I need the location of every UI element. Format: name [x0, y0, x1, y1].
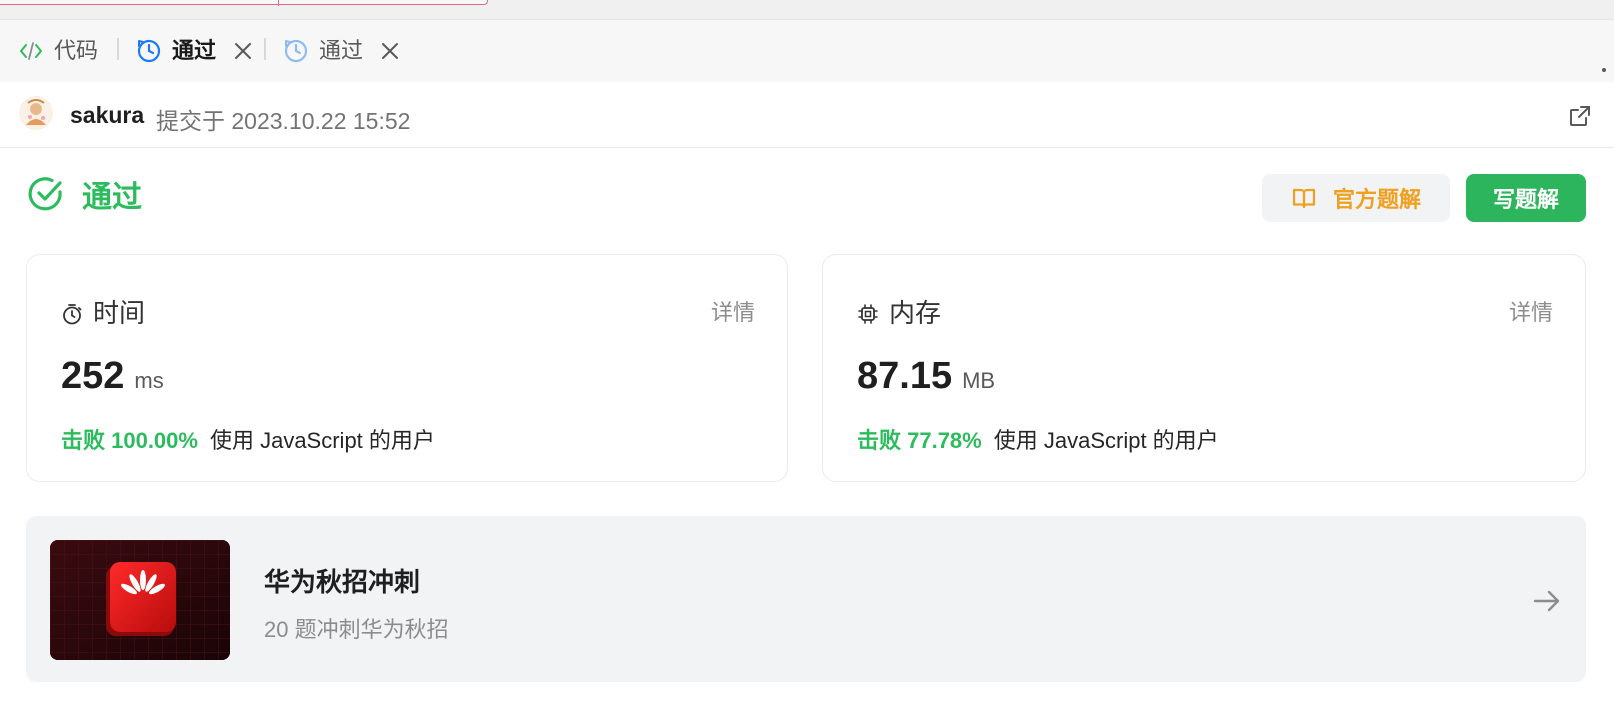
- memory-detail-link[interactable]: 详情: [1509, 295, 1553, 327]
- check-circle-icon: [26, 174, 66, 214]
- status-text: 通过: [82, 181, 142, 214]
- clock-refresh-icon: [136, 38, 162, 64]
- clock-refresh-icon: [283, 38, 309, 64]
- tab-accepted-label: 通过: [172, 38, 217, 63]
- memory-card: 内存 详情 87.15 MB 击败 77.78% 使用 JavaScript 的…: [822, 254, 1586, 482]
- tab-accepted-active[interactable]: 通过: [136, 20, 254, 82]
- write-solution-button[interactable]: 写题解: [1466, 174, 1586, 222]
- status-row: 通过: [26, 172, 142, 216]
- tab-separator: [117, 38, 119, 60]
- more-dot-icon[interactable]: [1602, 68, 1606, 72]
- memory-beat: 击败 77.78%: [857, 428, 982, 453]
- runtime-beat-desc: 使用 JavaScript 的用户: [209, 428, 435, 453]
- tab-code-label: 代码: [54, 38, 99, 63]
- runtime-title: 时间: [93, 298, 146, 328]
- top-toolbar-divider: [278, 0, 279, 6]
- close-icon[interactable]: [379, 40, 401, 62]
- runtime-beat-row: 击败 100.00% 使用 JavaScript 的用户: [61, 423, 435, 455]
- submission-bar: sakura 提交于 2023.10.22 15:52: [0, 82, 1614, 148]
- promo-banner[interactable]: 华为秋招冲刺 20 题冲刺华为秋招: [26, 516, 1586, 682]
- runtime-card: 时间 详情 252 ms 击败 100.00% 使用 JavaScript 的用…: [26, 254, 788, 482]
- memory-unit: MB: [962, 368, 996, 393]
- memory-value-row: 87.15 MB: [857, 355, 995, 398]
- memory-beat-row: 击败 77.78% 使用 JavaScript 的用户: [857, 423, 1219, 455]
- chip-icon: [857, 301, 879, 324]
- code-icon: [18, 38, 44, 64]
- tab-accepted-2-label: 通过: [319, 38, 364, 63]
- memory-beat-desc: 使用 JavaScript 的用户: [993, 428, 1219, 453]
- runtime-card-header: 时间: [61, 293, 145, 330]
- promo-title: 华为秋招冲刺: [264, 567, 421, 597]
- stopwatch-icon: [61, 301, 83, 324]
- external-link-icon[interactable]: [1568, 104, 1592, 128]
- submission-user[interactable]: sakura: [70, 102, 144, 129]
- tab-accepted-2[interactable]: 通过: [283, 20, 401, 82]
- top-toolbar-frame: [0, 0, 488, 6]
- runtime-unit: ms: [134, 368, 164, 393]
- arrow-right-icon[interactable]: [1532, 586, 1562, 616]
- memory-title: 内存: [889, 298, 942, 328]
- tab-bar: 代码 通过 通过: [0, 20, 1614, 82]
- runtime-value-row: 252 ms: [61, 355, 164, 398]
- write-solution-label: 写题解: [1492, 187, 1559, 212]
- tab-code[interactable]: 代码: [18, 20, 98, 82]
- avatar[interactable]: [18, 95, 54, 131]
- book-icon: [1291, 185, 1317, 211]
- official-solution-label: 官方题解: [1332, 187, 1421, 212]
- top-strip: [0, 0, 1614, 20]
- official-solution-button[interactable]: 官方题解: [1262, 174, 1450, 222]
- runtime-beat: 击败 100.00%: [61, 428, 198, 453]
- runtime-detail-link[interactable]: 详情: [711, 295, 755, 327]
- memory-value: 87.15: [857, 355, 953, 397]
- tab-separator: [264, 38, 266, 60]
- submission-meta: 提交于 2023.10.22 15:52: [156, 108, 411, 134]
- close-icon[interactable]: [232, 40, 254, 62]
- promo-subtitle: 20 题冲刺华为秋招: [264, 617, 449, 642]
- memory-card-header: 内存: [857, 293, 941, 330]
- huawei-logo-thumbnail: [50, 540, 230, 660]
- runtime-value: 252: [61, 355, 125, 397]
